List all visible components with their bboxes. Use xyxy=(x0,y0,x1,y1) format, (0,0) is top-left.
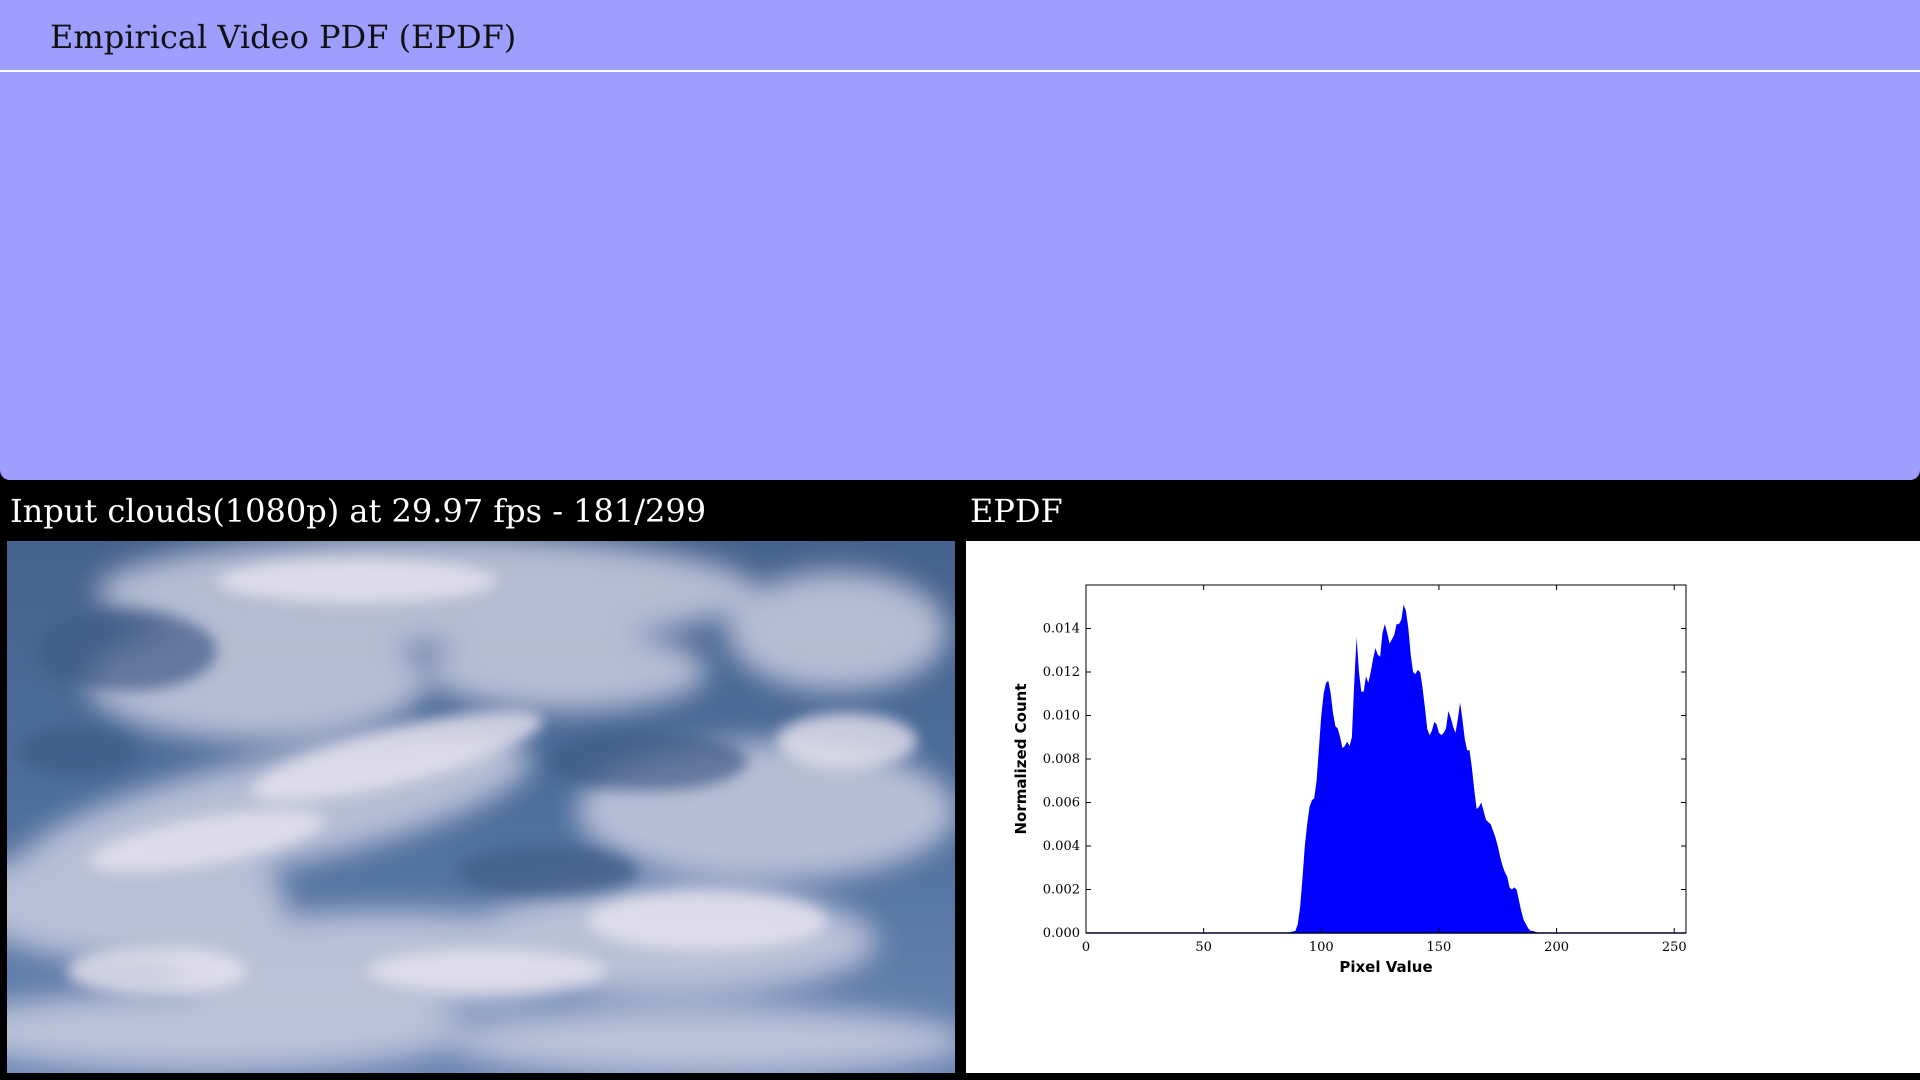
x-tick-label: 200 xyxy=(1544,940,1569,955)
y-tick-label: 0.012 xyxy=(1043,665,1080,680)
y-tick-label: 0.010 xyxy=(1043,709,1080,724)
input-video-label: Input clouds(1080p) at 29.97 fps - 181/2… xyxy=(10,492,707,530)
header-panel: Empirical Video PDF (EPDF) xyxy=(0,0,1920,480)
epdf-chart: 0 50 100 150 200 250 0.000 0.002 0.004 0.006 0.00… xyxy=(1012,584,1687,976)
input-video-frame xyxy=(7,541,955,1073)
header-divider xyxy=(0,70,1920,72)
x-tick-label: 250 xyxy=(1662,940,1687,955)
clouds-image xyxy=(7,541,955,1073)
epdf-area xyxy=(1086,604,1686,933)
y-tick-label: 0.004 xyxy=(1043,839,1080,854)
y-tick-label: 0.000 xyxy=(1043,926,1080,941)
epdf-chart-panel: 0 50 100 150 200 250 0.000 0.002 0.004 0.006 0.00… xyxy=(966,541,1920,1073)
epdf-label: EPDF xyxy=(970,492,1063,530)
y-axis-label: Normalized Count xyxy=(1012,684,1030,835)
x-tick-label: 150 xyxy=(1427,940,1452,955)
x-tick-label: 50 xyxy=(1195,940,1212,955)
y-tick-label: 0.014 xyxy=(1043,622,1080,637)
y-tick-label: 0.008 xyxy=(1043,752,1080,767)
x-tick-label: 100 xyxy=(1309,940,1334,955)
x-tick-label: 0 xyxy=(1082,940,1090,955)
x-axis-label: Pixel Value xyxy=(1339,958,1432,976)
y-tick-label: 0.006 xyxy=(1043,796,1080,811)
y-tick-label: 0.002 xyxy=(1043,883,1080,898)
page-title: Empirical Video PDF (EPDF) xyxy=(50,18,517,56)
